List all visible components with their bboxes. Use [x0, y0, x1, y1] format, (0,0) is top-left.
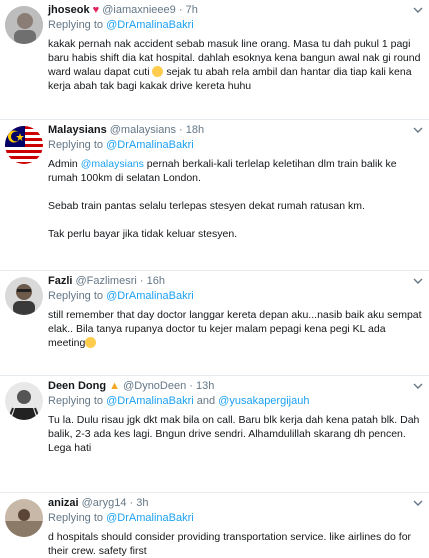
timestamp[interactable]: 13h — [196, 380, 214, 392]
user-handle[interactable]: @aryg14 — [82, 497, 127, 509]
weary-face-emoji-icon — [85, 337, 97, 348]
replying-to: Replying to @DrAmalinaBakri and @yusakap… — [48, 395, 310, 407]
display-name[interactable]: Fazli — [48, 275, 72, 287]
tweet-text: Admin @malaysians pernah berkali-kali te… — [48, 158, 397, 240]
timestamp[interactable]: 7h — [186, 4, 198, 16]
mention-link[interactable]: @DrAmalinaBakri — [106, 139, 194, 151]
mention-link[interactable]: @DrAmalinaBakri — [106, 512, 194, 524]
malaysia-flag-icon — [5, 126, 43, 164]
replying-to: Replying to @DrAmalinaBakri — [48, 512, 194, 524]
mention-link[interactable]: @yusakapergijauh — [218, 395, 309, 407]
timestamp[interactable]: 3h — [136, 497, 148, 509]
display-name[interactable]: Malaysians — [48, 124, 107, 136]
avatar[interactable] — [5, 126, 43, 164]
mention-link[interactable]: @malaysians — [81, 158, 144, 170]
tweet-text: d hospitals should consider providing tr… — [48, 531, 412, 557]
tweet-deen-dong[interactable]: Deen Dong ▲ @DynoDeen · 13h Replying to … — [0, 376, 429, 493]
grinning-sweat-emoji-icon — [152, 66, 164, 77]
replying-to: Replying to @DrAmalinaBakri — [48, 139, 194, 151]
replying-to: Replying to @DrAmalinaBakri — [48, 19, 194, 31]
tweet-text: still remember that day doctor langgar k… — [48, 309, 422, 349]
replying-to: Replying to @DrAmalinaBakri — [48, 290, 194, 302]
tweet-header: Malaysians @malaysians · 18h — [48, 124, 205, 136]
tweet-header: Fazli @Fazlimesri · 16h — [48, 275, 165, 287]
warning-icon: ▲ — [106, 380, 121, 392]
user-handle[interactable]: @Fazlimesri — [76, 275, 137, 287]
chevron-down-icon[interactable] — [413, 126, 423, 134]
timestamp[interactable]: 16h — [147, 275, 165, 287]
user-handle[interactable]: @DynoDeen — [123, 380, 186, 392]
display-name[interactable]: anizai — [48, 497, 79, 509]
display-name[interactable]: jhoseok — [48, 4, 90, 16]
avatar[interactable] — [5, 6, 43, 44]
tweet-fazli[interactable]: Fazli @Fazlimesri · 16h Replying to @DrA… — [0, 271, 429, 376]
avatar[interactable] — [5, 382, 43, 420]
tweet-header: anizai @aryg14 · 3h — [48, 497, 149, 509]
timestamp[interactable]: 18h — [186, 124, 204, 136]
tweet-header: jhoseok ♥ @iamaxnieee9 · 7h — [48, 4, 198, 16]
mention-link[interactable]: @DrAmalinaBakri — [106, 290, 194, 302]
chevron-down-icon[interactable] — [413, 277, 423, 285]
tweet-jhoseok[interactable]: jhoseok ♥ @iamaxnieee9 · 7h Replying to … — [0, 0, 429, 120]
user-handle[interactable]: @malaysians — [110, 124, 176, 136]
mention-link[interactable]: @DrAmalinaBakri — [106, 395, 194, 407]
chevron-down-icon[interactable] — [413, 6, 423, 14]
avatar[interactable] — [5, 499, 43, 537]
avatar[interactable] — [5, 277, 43, 315]
chevron-down-icon[interactable] — [413, 382, 423, 390]
tweet-text: Tu la. Dulu risau jgk dkt mak bila on ca… — [48, 414, 420, 454]
chevron-down-icon[interactable] — [413, 499, 423, 507]
mention-link[interactable]: @DrAmalinaBakri — [106, 19, 194, 31]
user-handle[interactable]: @iamaxnieee9 — [102, 4, 176, 16]
heart-icon: ♥ — [89, 4, 100, 16]
tweet-anizai[interactable]: anizai @aryg14 · 3h Replying to @DrAmali… — [0, 493, 429, 557]
tweet-text: kakak pernah nak accident sebab masuk li… — [48, 38, 421, 92]
tweet-header: Deen Dong ▲ @DynoDeen · 13h — [48, 380, 215, 392]
tweet-malaysians[interactable]: Malaysians @malaysians · 18h Replying to… — [0, 120, 429, 271]
display-name[interactable]: Deen Dong — [48, 380, 106, 392]
